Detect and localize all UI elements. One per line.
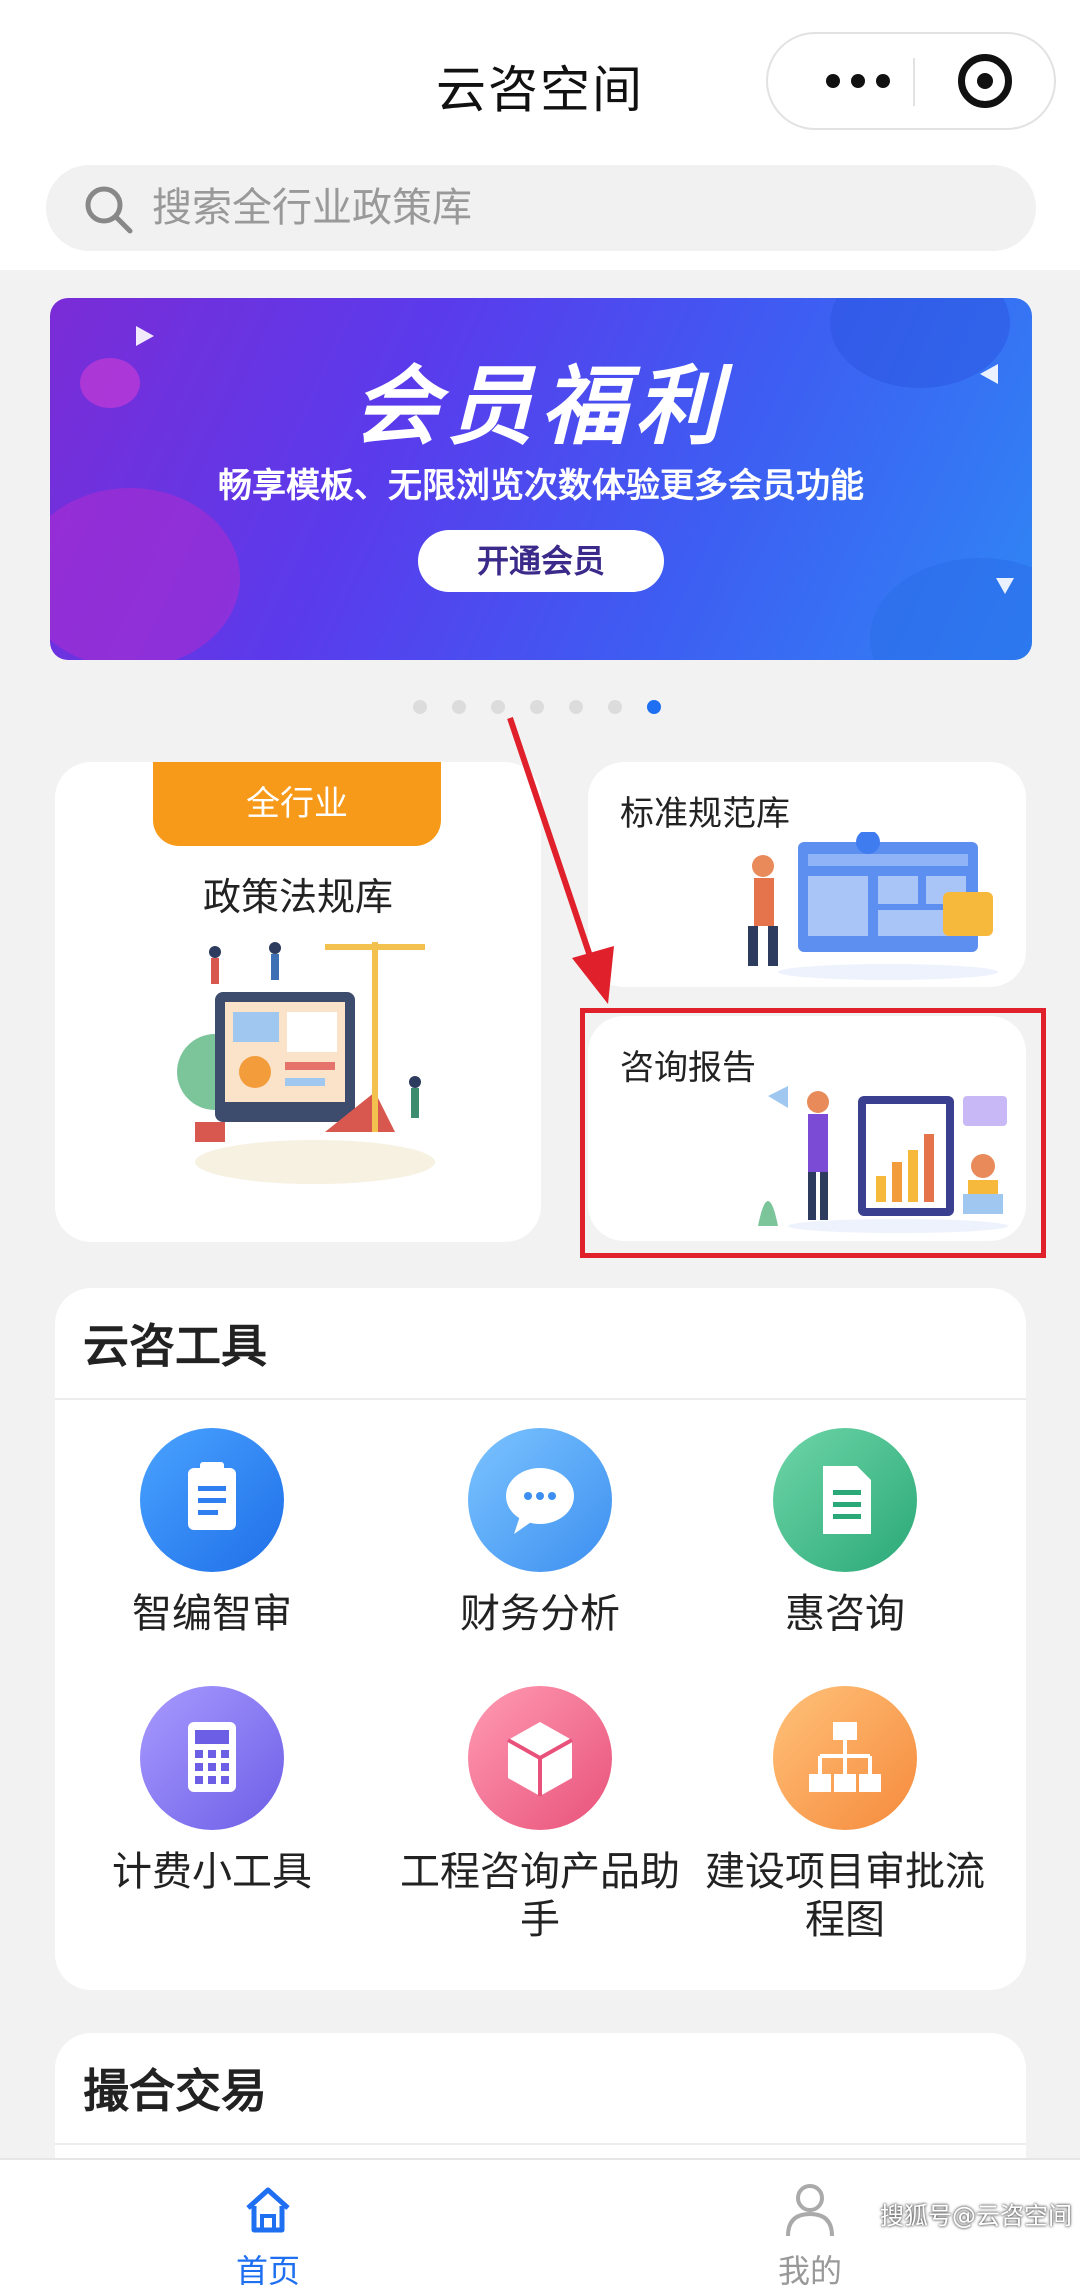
pager-dot[interactable] <box>608 700 622 714</box>
deals-section-title: 撮合交易 <box>83 2064 267 2118</box>
tool-label: 财务分析 <box>460 1591 620 1637</box>
construction-illustration <box>177 942 435 1184</box>
tool-smart-edit[interactable]: 智编智审 <box>62 1428 362 1638</box>
open-membership-button[interactable]: 开通会员 <box>418 530 664 592</box>
search-icon <box>85 186 133 234</box>
standards-illustration <box>748 832 998 980</box>
pager-dot[interactable] <box>530 700 544 714</box>
tool-label: 惠咨询 <box>785 1591 905 1637</box>
banner-decoration <box>50 488 240 660</box>
tool-consulting[interactable]: 惠咨询 <box>695 1428 995 1638</box>
pager-dot[interactable] <box>491 700 505 714</box>
mini-program-capsule <box>766 32 1056 130</box>
triangle-decoration <box>996 578 1014 594</box>
tool-financial-analysis[interactable]: 财务分析 <box>390 1428 690 1638</box>
banner-pager <box>413 700 661 714</box>
capsule-divider <box>913 58 915 106</box>
more-dots-icon[interactable] <box>808 34 908 128</box>
tool-label: 建设项目审批流程图 <box>705 1849 985 1943</box>
pager-dot[interactable] <box>569 700 583 714</box>
highlight-box <box>580 1008 1046 1258</box>
clipboard-icon <box>140 1428 284 1572</box>
cube-icon <box>468 1686 612 1830</box>
pager-dot-active[interactable] <box>647 700 661 714</box>
watermark: 搜狐号@云咨空间 <box>880 2202 1072 2230</box>
search-placeholder: 搜索全行业政策库 <box>152 185 472 231</box>
industry-tag: 全行业 <box>153 762 441 846</box>
flowchart-icon <box>773 1686 917 1830</box>
membership-banner[interactable]: 会员福利 畅享模板、无限浏览次数体验更多会员功能 开通会员 <box>50 298 1032 660</box>
top-bar: 云咨空间 搜索全行业政策库 <box>0 0 1080 270</box>
search-bar[interactable]: 搜索全行业政策库 <box>46 165 1036 251</box>
tool-label: 智编智审 <box>132 1591 292 1637</box>
section-divider <box>55 1398 1026 1400</box>
nav-home-tab[interactable]: 首页 <box>218 2160 318 2294</box>
policy-library-card[interactable]: 全行业 政策法规库 <box>55 762 541 1242</box>
tools-section-title: 云咨工具 <box>83 1319 267 1373</box>
pager-dot[interactable] <box>413 700 427 714</box>
home-icon <box>246 2187 290 2233</box>
standards-library-title: 标准规范库 <box>620 794 790 834</box>
section-divider <box>55 2143 1026 2145</box>
tool-product-assistant[interactable]: 工程咨询产品助手 <box>390 1686 690 1944</box>
nav-home-label: 首页 <box>235 2252 300 2290</box>
chat-bubble-icon <box>468 1428 612 1572</box>
nav-mine-tab[interactable]: 我的 <box>760 2160 860 2294</box>
tool-fee-calculator[interactable]: 计费小工具 <box>62 1686 362 1896</box>
tool-label: 计费小工具 <box>112 1849 312 1895</box>
nav-mine-label: 我的 <box>777 2252 842 2290</box>
target-circle-icon[interactable] <box>958 54 1012 108</box>
pager-dot[interactable] <box>452 700 466 714</box>
calculator-icon <box>140 1686 284 1830</box>
document-icon <box>773 1428 917 1572</box>
banner-subtitle: 畅享模板、无限浏览次数体验更多会员功能 <box>218 466 864 506</box>
tools-panel: 云咨工具 智编智审 财务分析 惠咨询 计费小工具 工程咨询产品助手 建设项目审批… <box>55 1288 1026 1990</box>
policy-library-title: 政策法规库 <box>202 875 393 919</box>
banner-title: 会员福利 <box>353 357 729 457</box>
standards-library-card[interactable]: 标准规范库 <box>588 762 1026 987</box>
banner-decoration <box>870 558 1032 660</box>
tool-label: 工程咨询产品助手 <box>400 1849 680 1943</box>
user-icon <box>786 2184 834 2237</box>
tool-approval-flowchart[interactable]: 建设项目审批流程图 <box>695 1686 995 1944</box>
